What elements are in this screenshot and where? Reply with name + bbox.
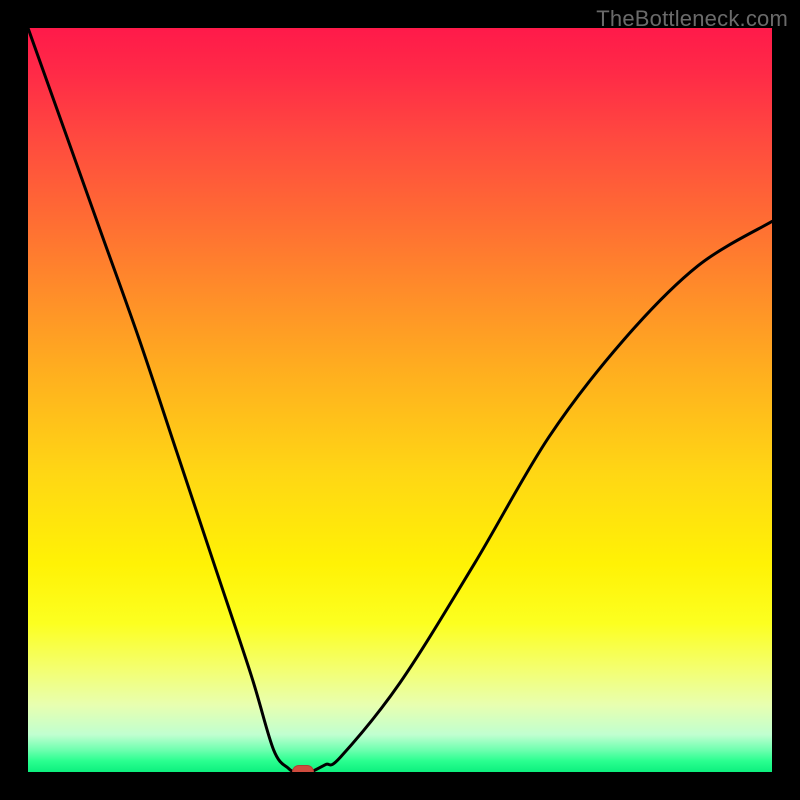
plot-area (28, 28, 772, 772)
optimum-marker (292, 765, 314, 772)
watermark-text: TheBottleneck.com (596, 6, 788, 32)
bottleneck-curve (28, 28, 772, 772)
curve-svg (28, 28, 772, 772)
chart-frame: TheBottleneck.com (0, 0, 800, 800)
